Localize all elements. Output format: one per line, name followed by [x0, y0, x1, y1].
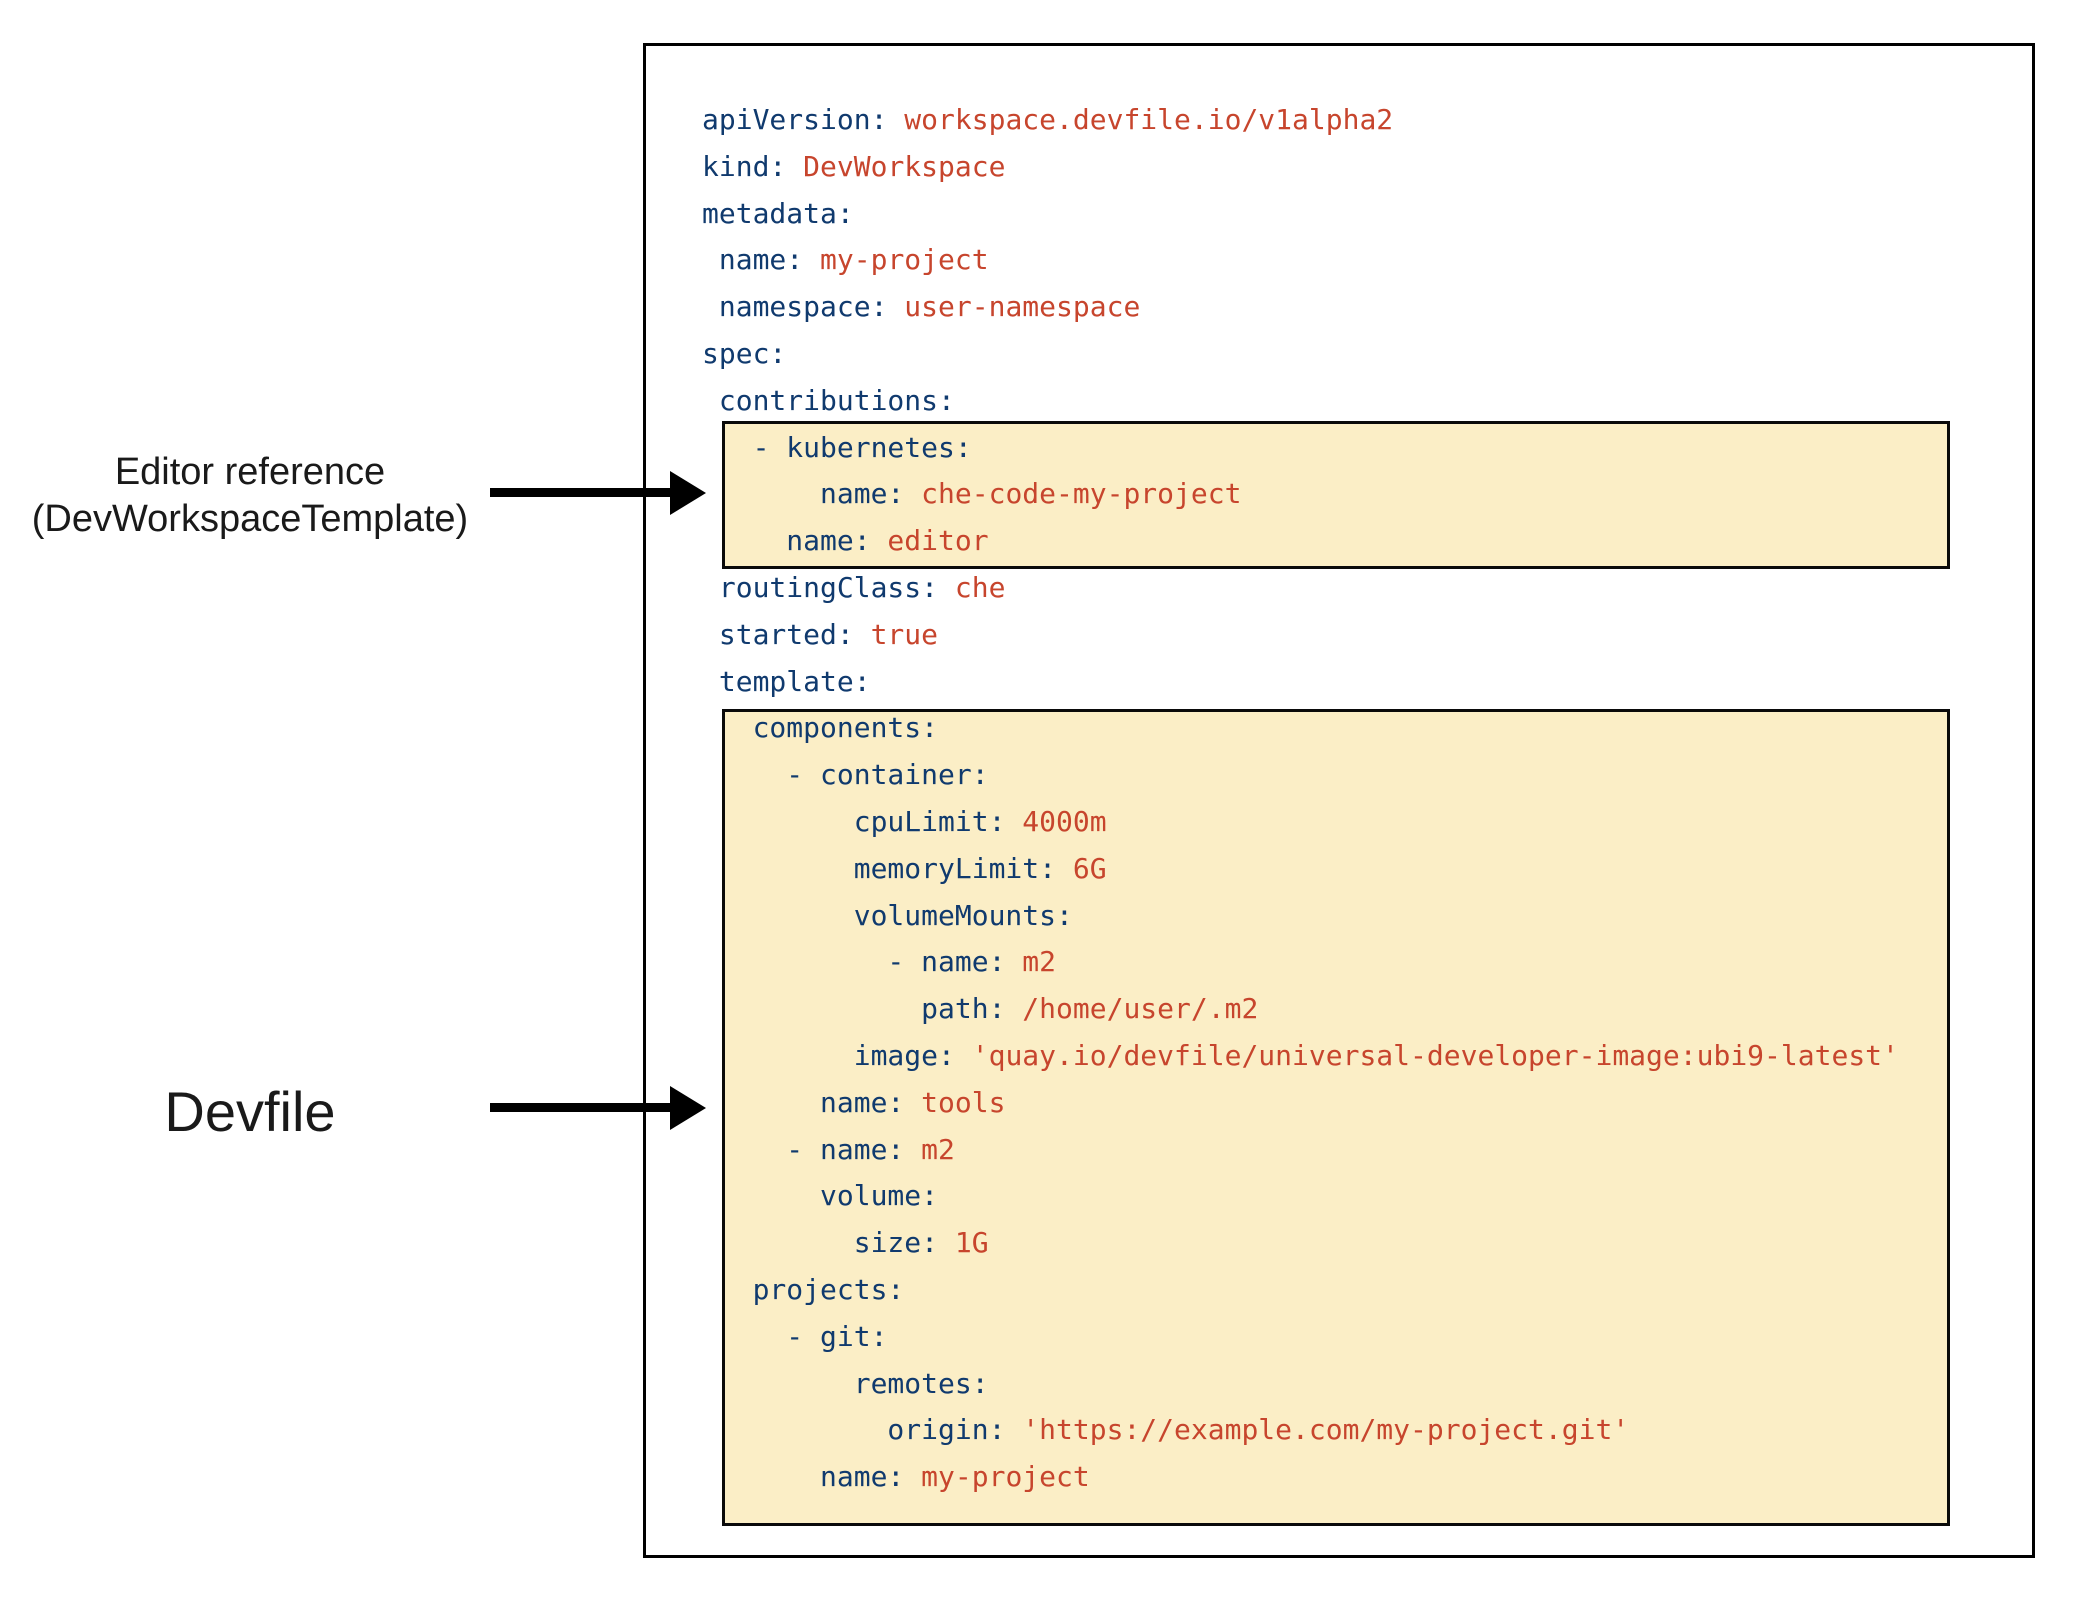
yaml-line-devfile: cpuLimit: 4000m	[702, 799, 1899, 846]
yaml-line-devfile: - name: m2	[702, 1127, 1899, 1174]
devworkspace-diagram: Editor reference (DevWorkspaceTemplate) …	[0, 0, 2092, 1604]
yaml-line-devfile: remotes:	[702, 1361, 1899, 1408]
yaml-line-spec-fields: started: true	[702, 612, 1899, 659]
yaml-line-header: namespace: user-namespace	[702, 284, 1899, 331]
yaml-line-header: spec:	[702, 331, 1899, 378]
devfile-arrow-head-icon	[670, 1086, 706, 1130]
yaml-line-devfile: - container:	[702, 752, 1899, 799]
yaml-line-header: metadata:	[702, 191, 1899, 238]
yaml-line-devfile: origin: 'https://example.com/my-project.…	[702, 1407, 1899, 1454]
yaml-line-editor-reference: name: editor	[702, 518, 1899, 565]
yaml-line-spec-fields: routingClass: che	[702, 565, 1899, 612]
yaml-line-devfile: size: 1G	[702, 1220, 1899, 1267]
yaml-line-editor-reference: - kubernetes:	[702, 425, 1899, 472]
yaml-line-devfile: projects:	[702, 1267, 1899, 1314]
devfile-label: Devfile	[0, 1082, 500, 1142]
yaml-line-devfile: path: /home/user/.m2	[702, 986, 1899, 1033]
yaml-line-devfile: - git:	[702, 1314, 1899, 1361]
yaml-line-devfile: - name: m2	[702, 939, 1899, 986]
editor-reference-arrow-head-icon	[670, 471, 706, 515]
devworkspace-yaml-frame: apiVersion: workspace.devfile.io/v1alpha…	[643, 43, 2035, 1558]
yaml-line-header: apiVersion: workspace.devfile.io/v1alpha…	[702, 97, 1899, 144]
yaml-line-header: kind: DevWorkspace	[702, 144, 1899, 191]
yaml-line-editor-reference: name: che-code-my-project	[702, 471, 1899, 518]
yaml-line-devfile: name: my-project	[702, 1454, 1899, 1501]
editor-reference-arrow-shaft	[490, 488, 676, 497]
yaml-line-header: contributions:	[702, 378, 1899, 425]
editor-reference-label-line1: Editor reference	[0, 449, 500, 496]
yaml-line-devfile: volumeMounts:	[702, 893, 1899, 940]
yaml-line-devfile: memoryLimit: 6G	[702, 846, 1899, 893]
yaml-line-devfile: volume:	[702, 1173, 1899, 1220]
yaml-line-devfile: components:	[702, 705, 1899, 752]
yaml-line-devfile: name: tools	[702, 1080, 1899, 1127]
editor-reference-label-line2: (DevWorkspaceTemplate)	[0, 496, 500, 543]
yaml-line-header: name: my-project	[702, 237, 1899, 284]
yaml-line-spec-fields: template:	[702, 659, 1899, 706]
yaml-code: apiVersion: workspace.devfile.io/v1alpha…	[702, 97, 1899, 1501]
devfile-arrow-shaft	[490, 1103, 676, 1112]
editor-reference-label: Editor reference (DevWorkspaceTemplate)	[0, 449, 500, 543]
yaml-line-devfile: image: 'quay.io/devfile/universal-develo…	[702, 1033, 1899, 1080]
